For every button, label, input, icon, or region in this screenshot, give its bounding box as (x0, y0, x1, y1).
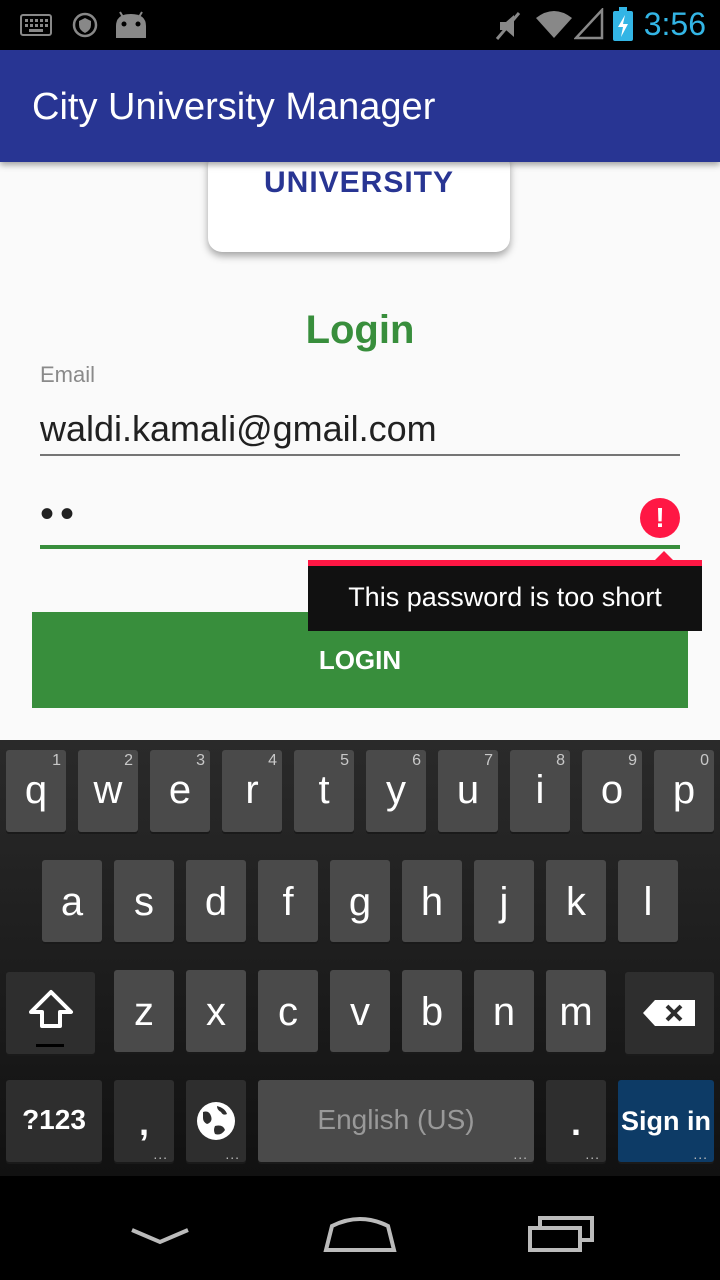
caps-indicator (36, 1044, 64, 1047)
key-z[interactable]: z (114, 970, 174, 1052)
login-heading: Login (305, 308, 415, 352)
key-l[interactable]: l (618, 860, 678, 942)
key-f[interactable]: f (258, 860, 318, 942)
key-x[interactable]: x (186, 970, 246, 1052)
backspace-icon (643, 1000, 695, 1026)
key-h[interactable]: h (402, 860, 462, 942)
navigation-bar (0, 1176, 720, 1280)
mute-icon (495, 12, 521, 40)
app-bar: City University Manager (0, 50, 720, 162)
key-g[interactable]: g (330, 860, 390, 942)
key-t[interactable]: t5 (294, 750, 354, 832)
status-time: 3:56 (643, 6, 706, 42)
keyboard-icon (20, 14, 52, 36)
key-p[interactable]: p0 (654, 750, 714, 832)
key-s[interactable]: s (114, 860, 174, 942)
key-v[interactable]: v (330, 970, 390, 1052)
key-d[interactable]: d (186, 860, 246, 942)
key-r[interactable]: r4 (222, 750, 282, 832)
error-message: This password is too short (348, 582, 662, 612)
shift-icon (29, 990, 73, 1028)
period-key[interactable]: . ... (546, 1080, 606, 1162)
key-u[interactable]: u7 (438, 750, 498, 832)
password-underline (40, 545, 680, 549)
key-y[interactable]: y6 (366, 750, 426, 832)
email-underline (40, 454, 680, 456)
soft-keyboard: q1w2e3r4t5y6u7i8o9p0 asdfghjkl zxcvbnm ?… (0, 740, 720, 1176)
key-b[interactable]: b (402, 970, 462, 1052)
globe-icon (197, 1102, 235, 1140)
battery-charging-icon (613, 7, 633, 41)
symbols-key[interactable]: ?123 (6, 1080, 102, 1162)
wifi-icon (536, 11, 572, 38)
key-j[interactable]: j (474, 860, 534, 942)
key-w[interactable]: w2 (78, 750, 138, 832)
key-k[interactable]: k (546, 860, 606, 942)
space-key[interactable]: English (US) ... (258, 1080, 534, 1162)
back-down-icon[interactable] (128, 1224, 192, 1254)
language-key[interactable]: ... (186, 1080, 246, 1162)
error-popup: This password is too short (308, 560, 702, 631)
password-field[interactable]: •• (40, 492, 80, 537)
app-title: City University Manager (32, 86, 436, 128)
signal-icon (574, 8, 604, 40)
recent-apps-icon[interactable] (526, 1214, 598, 1254)
comma-key[interactable]: , ... (114, 1080, 174, 1162)
home-icon[interactable] (322, 1214, 398, 1254)
vpn-icon (72, 12, 98, 38)
status-bar: 3:56 (0, 0, 720, 50)
key-m[interactable]: m (546, 970, 606, 1052)
login-screen: UNIVERSITY Login Email waldi.kamali@gmai… (0, 162, 720, 740)
university-logo: UNIVERSITY (208, 162, 510, 252)
key-n[interactable]: n (474, 970, 534, 1052)
error-icon[interactable]: ! (640, 498, 680, 538)
key-c[interactable]: c (258, 970, 318, 1052)
android-debug-icon (116, 11, 146, 38)
logo-text: UNIVERSITY (263, 166, 455, 199)
key-i[interactable]: i8 (510, 750, 570, 832)
email-field[interactable]: waldi.kamali@gmail.com (40, 408, 437, 450)
key-a[interactable]: a (42, 860, 102, 942)
key-e[interactable]: e3 (150, 750, 210, 832)
email-label: Email (40, 362, 96, 387)
backspace-key[interactable] (625, 972, 714, 1054)
key-o[interactable]: o9 (582, 750, 642, 832)
sign-in-key[interactable]: Sign in ... (618, 1080, 714, 1162)
shift-key[interactable] (6, 972, 95, 1054)
key-q[interactable]: q1 (6, 750, 66, 832)
